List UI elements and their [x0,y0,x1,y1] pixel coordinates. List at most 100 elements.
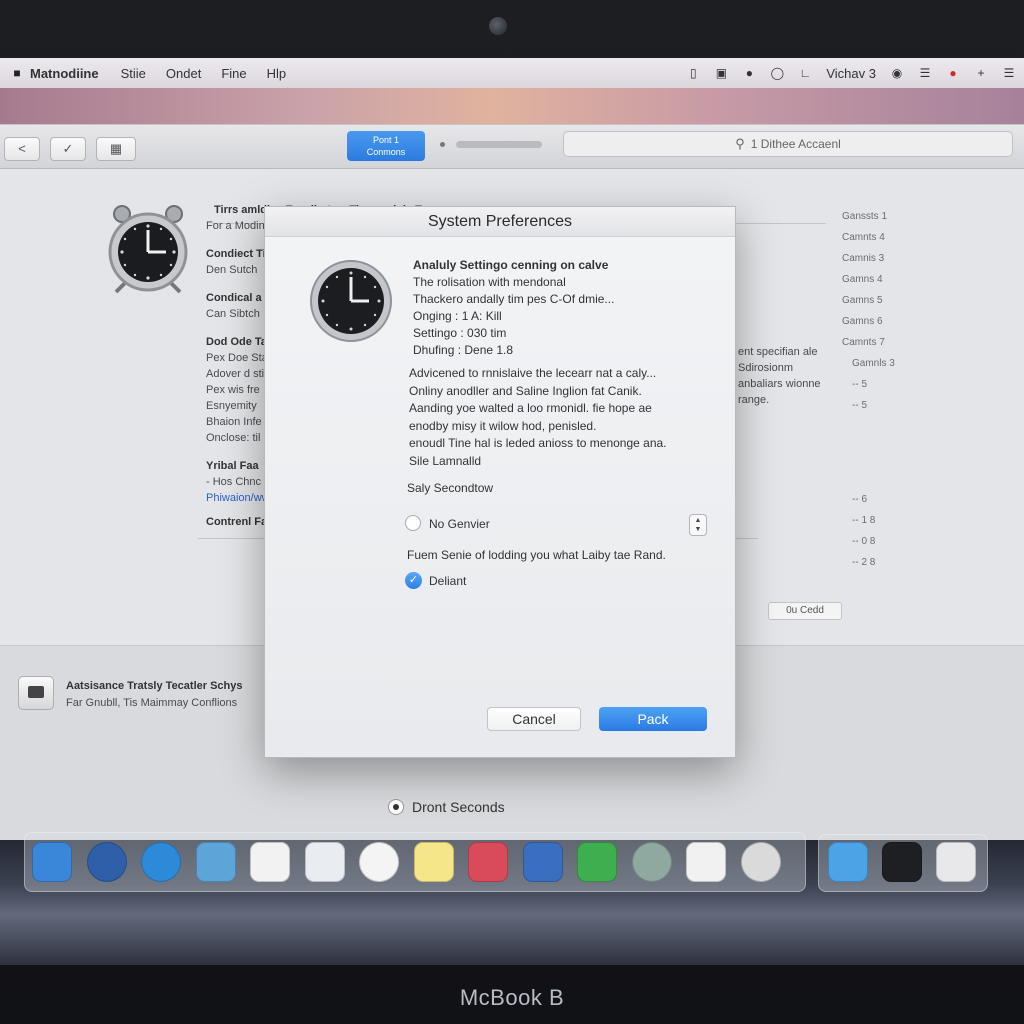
bottom-radio-label: Dront Seconds [412,799,505,815]
dialog-description-line: Onliny anodller and Saline Inglion fat C… [409,383,642,398]
calendar-icon[interactable] [250,842,290,882]
window-toolbar: < ✓ ▦ Pont 1 Conmons ⚲ 1 Dithee Accaenl [0,125,1024,169]
app-store-icon[interactable] [522,842,563,882]
dialog-description: Advicened to rnnislaive the lecearr nat … [409,365,667,470]
drive-subtitle: Far Gnubll, Tis Maimmay Conflions [66,697,238,709]
background-number: -- 5 [852,400,867,411]
background-line: Pex wis fre [206,384,260,396]
background-line: Condiect Tin [206,248,273,260]
textedit-icon[interactable] [686,842,726,882]
safari-icon[interactable] [141,842,181,882]
wifi-icon[interactable]: ∟ [798,67,812,79]
background-number: Camnts 4 [842,232,885,243]
menu-bar: ■ Matnodiine Stiie Ondet Fine Hlp ▯ ▣ ● … [0,58,1024,88]
background-number: Camnis 3 [842,253,885,264]
menu-item-3[interactable]: Fine [221,66,246,81]
background-right-note: Sdirosionm [738,362,794,374]
background-line: - Hos Chnc [206,476,262,488]
background-line: Dod Ode Tac [206,336,274,348]
menu-extras: ▯ ▣ ● ◯ ∟ Vichav 3 ◉ ☰ ● + ☰ [686,66,1016,81]
primary-button[interactable]: Pack [599,707,707,731]
background-line: Bhaion Infe [206,416,262,428]
dialog-info-line: Thackero andally tim pes C-Of dmie... [413,292,615,306]
dialog-section-label: Saly Secondtow [407,481,494,495]
cancel-button[interactable]: Cancel [487,707,581,731]
dialog-title: System Preferences [265,207,735,237]
background-line: Contrenl Fai [206,516,271,528]
phone-icon[interactable]: ▯ [686,67,700,79]
notes-icon[interactable] [413,842,454,882]
radio-label: No Genvier [429,517,490,531]
background-right-note: anbaliars wionne [738,378,821,390]
background-number: Gamns 6 [842,316,883,327]
search-icon: ⚲ [735,136,745,151]
clock-icon[interactable] [740,842,781,882]
migration-icon[interactable] [195,842,236,882]
stepper-control[interactable]: ▲ ▼ [689,514,707,536]
background-number: Gamns 5 [842,295,883,306]
background-line: Adover d sti [206,368,265,380]
menu-item-help[interactable]: Hlp [267,66,287,81]
laptop-brand: McBook B [459,985,565,1010]
background-number: Gamns 4 [842,274,883,285]
photos-icon[interactable] [359,842,399,882]
background-pill-button[interactable]: 0u Cedd [768,602,842,620]
preview-icon[interactable] [304,842,345,882]
alien-icon[interactable] [631,842,672,882]
search-field[interactable]: ⚲ 1 Dithee Accaenl [563,131,1013,157]
background-number: Ganssts 1 [842,211,888,222]
sync-icon[interactable]: ◯ [770,67,784,79]
time-machine-icon[interactable]: ● [742,67,756,79]
dialog-info-line: Settingo : 030 tim [413,326,507,340]
terminal-icon[interactable] [882,842,922,882]
folder-icon[interactable] [828,842,868,882]
radio-unselected[interactable] [405,515,421,531]
background-number: -- 6 [852,494,867,505]
search-text: 1 Dithee Accaenl [750,137,841,151]
list-icon[interactable]: ☰ [918,67,932,79]
record-icon[interactable]: ● [946,67,960,79]
menu-status-text[interactable]: Vichav 3 [826,66,876,81]
trash-icon[interactable] [936,842,976,882]
background-number: -- 2 8 [852,557,876,568]
segment-line-2: Conmons [366,147,406,157]
menu-item-2[interactable]: Ondet [166,66,201,81]
zoom-slider[interactable] [456,141,542,148]
drive-title: Aatsisance Tratsly Tecatler Schys [66,680,243,692]
radio-selected[interactable] [388,799,404,815]
background-line: Condical a [206,292,262,304]
edit-button[interactable]: ✓ [50,137,86,161]
dialog-description-line: enoudl Tine hal is leded anioss to menon… [409,436,667,450]
notification-icon[interactable]: ☰ [1002,67,1016,79]
screen: ■ Matnodiine Stiie Ondet Fine Hlp ▯ ▣ ● … [0,58,1024,965]
background-number: Camnts 7 [842,337,885,348]
menu-app-name[interactable]: Matnodiine [30,66,99,81]
bottom-radio-option[interactable]: Dront Seconds [388,799,505,815]
photo-booth-icon[interactable] [468,842,508,882]
plus-icon[interactable]: + [974,67,988,79]
background-right-note: ent specifian ale [738,346,818,358]
grid-view-button[interactable]: ▦ [96,137,136,161]
webcam [489,17,507,35]
checkbox-checked[interactable]: ✓ [405,572,422,589]
battery-icon[interactable]: ▣ [714,67,728,79]
network-icon[interactable] [86,842,127,882]
dialog-info-line: Onging : 1 A: Kill [413,309,502,323]
segmented-control[interactable]: Pont 1 Conmons [347,131,425,161]
background-line: Yribal Faa [206,460,259,472]
user-icon[interactable]: ◉ [890,67,904,79]
background-number: Gamnls 3 [852,358,895,369]
dialog-note: Fuem Senie of lodding you what Laiby tae… [407,548,666,562]
background-line: Onclose: til [206,432,261,444]
messages-icon[interactable] [577,842,617,882]
menu-item-1[interactable]: Stiie [121,66,146,81]
background-line: Den Sutch [206,264,258,276]
background-number: -- 5 [852,379,867,390]
background-line[interactable]: Phiwaion/ww [206,491,270,506]
dialog-info-line: Analuly Settingo cenning on calve [413,258,609,272]
finder-icon[interactable] [32,842,72,882]
apple-icon[interactable]: ■ [4,66,30,80]
back-button[interactable]: < [4,137,40,161]
system-preferences-dialog: System Preferences Analuly Settingo cenn… [264,206,736,758]
background-number: -- 1 8 [852,515,876,526]
